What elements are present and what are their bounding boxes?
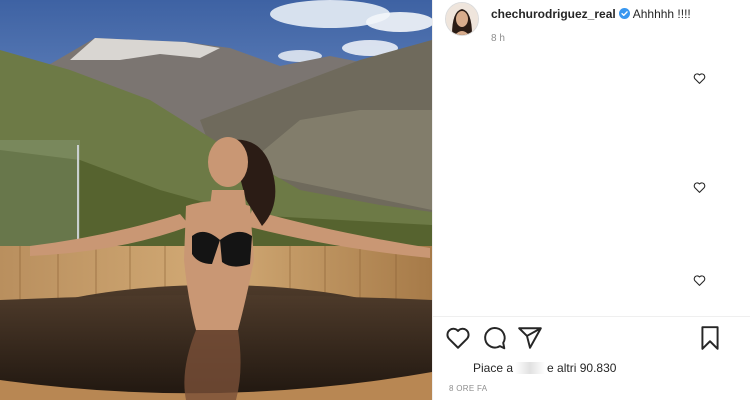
post-side-panel: chechurodriguez_real Ahhhhh !!!! 8 h Pia… [432, 0, 750, 400]
username-link[interactable]: chechurodriguez_real [491, 7, 616, 21]
actions-divider [433, 316, 750, 317]
heart-icon[interactable] [693, 181, 706, 194]
photo-scene [0, 0, 432, 400]
blurred-username [515, 362, 546, 374]
heart-icon[interactable] [445, 325, 471, 351]
post-age[interactable]: 8 ORE FA [449, 384, 487, 393]
likes-summary[interactable]: Piace a e altri 90.830 [473, 361, 616, 375]
comment-icon[interactable] [481, 325, 507, 351]
caption-text: Ahhhhh !!!! [632, 7, 691, 21]
likes-suffix: e altri [547, 361, 577, 375]
post-photo[interactable] [0, 0, 432, 400]
share-icon[interactable] [517, 325, 543, 351]
heart-icon[interactable] [693, 72, 706, 85]
caption-timestamp[interactable]: 8 h [491, 33, 505, 44]
post-caption: chechurodriguez_real Ahhhhh !!!! [491, 7, 691, 21]
avatar-image [446, 3, 478, 35]
likes-prefix: Piace a [473, 361, 514, 375]
avatar[interactable] [445, 2, 479, 36]
verified-badge-icon [618, 8, 630, 19]
likes-count: 90.830 [579, 361, 617, 375]
bookmark-icon[interactable] [697, 325, 723, 351]
heart-icon[interactable] [693, 274, 706, 287]
